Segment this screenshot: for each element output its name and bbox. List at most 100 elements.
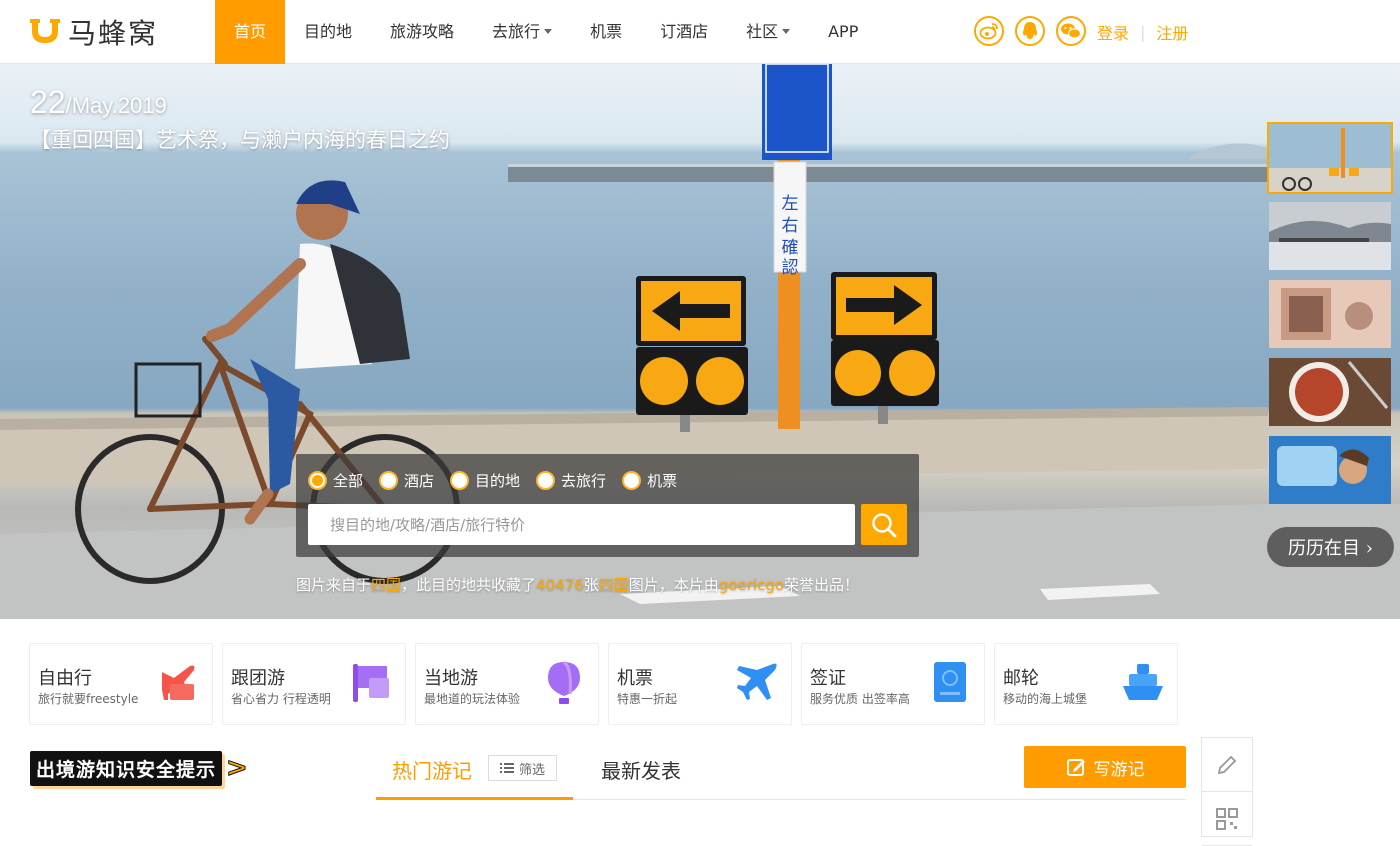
- svg-text:右: 右: [782, 216, 799, 236]
- thumbnail-image: [1269, 202, 1391, 270]
- credit-text: 图片来自于: [296, 576, 372, 594]
- credit-text: 张: [583, 576, 599, 594]
- hero-thumbnail[interactable]: [1267, 200, 1393, 272]
- search-option-label: 全部: [333, 472, 364, 490]
- nav-home[interactable]: 首页: [215, 0, 286, 64]
- notice-arrow-icon: >: [226, 753, 249, 784]
- search-option-label: 酒店: [404, 472, 435, 490]
- radio-icon: [622, 471, 642, 490]
- credit-place-link[interactable]: 四国: [599, 576, 629, 594]
- nav-hotels[interactable]: 订酒店: [641, 0, 727, 64]
- service-card-local-tour[interactable]: 当地游 最地道的玩法体验: [415, 643, 599, 725]
- svg-text:左: 左: [782, 194, 799, 214]
- social-login: [974, 16, 1086, 46]
- logo-text: 马蜂窝: [68, 17, 159, 50]
- hero-month-year: /May.2019: [65, 93, 167, 118]
- service-title: 机票: [617, 668, 653, 689]
- wechat-icon: [1061, 23, 1082, 39]
- filter-button[interactable]: 筛选: [488, 755, 557, 781]
- service-title: 当地游: [424, 668, 478, 689]
- search-option-hotel[interactable]: 酒店: [379, 470, 434, 491]
- search-option-destination[interactable]: 目的地: [450, 470, 520, 491]
- register-link[interactable]: 注册: [1156, 20, 1188, 44]
- nav-destinations-label: 目的地: [304, 22, 353, 41]
- search-option-all[interactable]: 全部: [308, 470, 363, 491]
- radio-checked-icon: [308, 471, 327, 490]
- service-cards: 自由行 旅行就要freestyle 跟团游 省心省力 行程透明 当地游 最地道的…: [29, 643, 1178, 725]
- hero-thumbnail[interactable]: [1267, 278, 1393, 350]
- auth-links: 登录 | 注册: [1097, 20, 1188, 44]
- radio-icon: [450, 471, 470, 490]
- credit-author-link[interactable]: goericgo: [719, 576, 784, 594]
- weibo-login-button[interactable]: [974, 16, 1004, 46]
- service-subtitle: 移动的海上城堡: [1003, 692, 1088, 706]
- hero-thumbnail[interactable]: [1267, 434, 1393, 506]
- nav-community-label: 社区: [746, 22, 779, 41]
- search-panel: 全部 酒店 目的地 去旅行 机票: [296, 454, 919, 557]
- nav-home-label: 首页: [234, 22, 267, 41]
- wechat-login-button[interactable]: [1056, 16, 1086, 46]
- tab-latest-posts[interactable]: 最新发表: [601, 755, 681, 784]
- safety-notice-label: 出境游知识安全提示: [30, 750, 223, 786]
- nav-destinations[interactable]: 目的地: [285, 0, 371, 64]
- side-qrcode-button[interactable]: [1202, 792, 1252, 846]
- search-option-trip[interactable]: 去旅行: [536, 470, 606, 491]
- chevron-down-icon: [544, 29, 553, 34]
- search-option-label: 目的地: [475, 472, 521, 490]
- nav-flights[interactable]: 机票: [571, 0, 641, 64]
- hero-thumbnail[interactable]: [1267, 122, 1393, 194]
- service-title: 自由行: [38, 668, 92, 689]
- thumbnail-image: [1269, 280, 1391, 348]
- service-subtitle: 旅行就要freestyle: [38, 692, 139, 706]
- service-title: 邮轮: [1003, 668, 1039, 689]
- search-type-options: 全部 酒店 目的地 去旅行 机票: [308, 470, 693, 491]
- main-nav: 首页 目的地 旅游攻略 去旅行 机票 订酒店 社区 APP: [215, 0, 877, 64]
- service-card-cruise[interactable]: 邮轮 移动的海上城堡: [994, 643, 1178, 725]
- hero-title[interactable]: 【重回四国】艺术祭，与濑户内海的春日之约: [30, 124, 450, 154]
- history-button[interactable]: 历历在目 ›: [1267, 527, 1394, 567]
- side-write-button[interactable]: [1202, 738, 1252, 792]
- passport-icon: [934, 662, 966, 702]
- write-travelogue-label: 写游记: [1093, 759, 1145, 780]
- service-title: 签证: [810, 668, 846, 689]
- search-button[interactable]: [861, 504, 907, 545]
- service-card-flights[interactable]: 机票 特惠一折起: [608, 643, 792, 725]
- service-card-visa[interactable]: 签证 服务优质 出签率高: [801, 643, 985, 725]
- service-title: 跟团游: [231, 668, 285, 689]
- active-tab-indicator: [376, 797, 573, 800]
- search-option-label: 机票: [647, 472, 678, 490]
- login-link[interactable]: 登录: [1097, 20, 1129, 44]
- nav-community[interactable]: 社区: [727, 0, 809, 64]
- credit-place-link[interactable]: 四国: [371, 576, 401, 594]
- credit-text: 图片，本片由: [628, 576, 719, 594]
- side-toolbar: [1201, 737, 1253, 846]
- qq-login-button[interactable]: [1015, 16, 1045, 46]
- search-option-label: 去旅行: [561, 472, 607, 490]
- radio-icon: [379, 471, 399, 490]
- auth-divider: |: [1140, 22, 1146, 42]
- safety-notice-banner[interactable]: 出境游知识安全提示 >: [30, 748, 248, 788]
- hero-day: 22: [30, 84, 66, 120]
- service-card-group-tour[interactable]: 跟团游 省心省力 行程透明: [222, 643, 406, 725]
- logo-icon: [30, 19, 60, 43]
- weibo-icon: [979, 23, 998, 40]
- hero-date: 22/May.2019: [30, 84, 167, 121]
- nav-guides[interactable]: 旅游攻略: [371, 0, 473, 64]
- service-card-free-travel[interactable]: 自由行 旅行就要freestyle: [29, 643, 213, 725]
- nav-app[interactable]: APP: [809, 0, 877, 64]
- qq-icon: [1023, 22, 1037, 39]
- search-icon: [872, 512, 897, 537]
- svg-text:確: 確: [782, 238, 799, 258]
- filter-label: 筛选: [518, 762, 545, 778]
- nav-app-label: APP: [828, 22, 859, 41]
- write-travelogue-button[interactable]: 写游记: [1024, 746, 1186, 788]
- search-option-flight[interactable]: 机票: [622, 470, 677, 491]
- tab-hot-travelogues[interactable]: 热门游记: [392, 755, 472, 784]
- edit-icon: [1066, 759, 1085, 776]
- hero-thumbnail[interactable]: [1267, 356, 1393, 428]
- hero-banner: 左 右 確 認 22/May.2019 【重回四国】艺术祭，与濑户内海的春日之约…: [0, 64, 1400, 619]
- nav-travel[interactable]: 去旅行: [473, 0, 571, 64]
- search-input[interactable]: [308, 504, 855, 545]
- photo-credit: 图片来自于四国，此目的地共收藏了40476张四国图片，本片由goericgo荣誉…: [296, 574, 859, 595]
- site-logo[interactable]: 马蜂窝: [28, 14, 158, 50]
